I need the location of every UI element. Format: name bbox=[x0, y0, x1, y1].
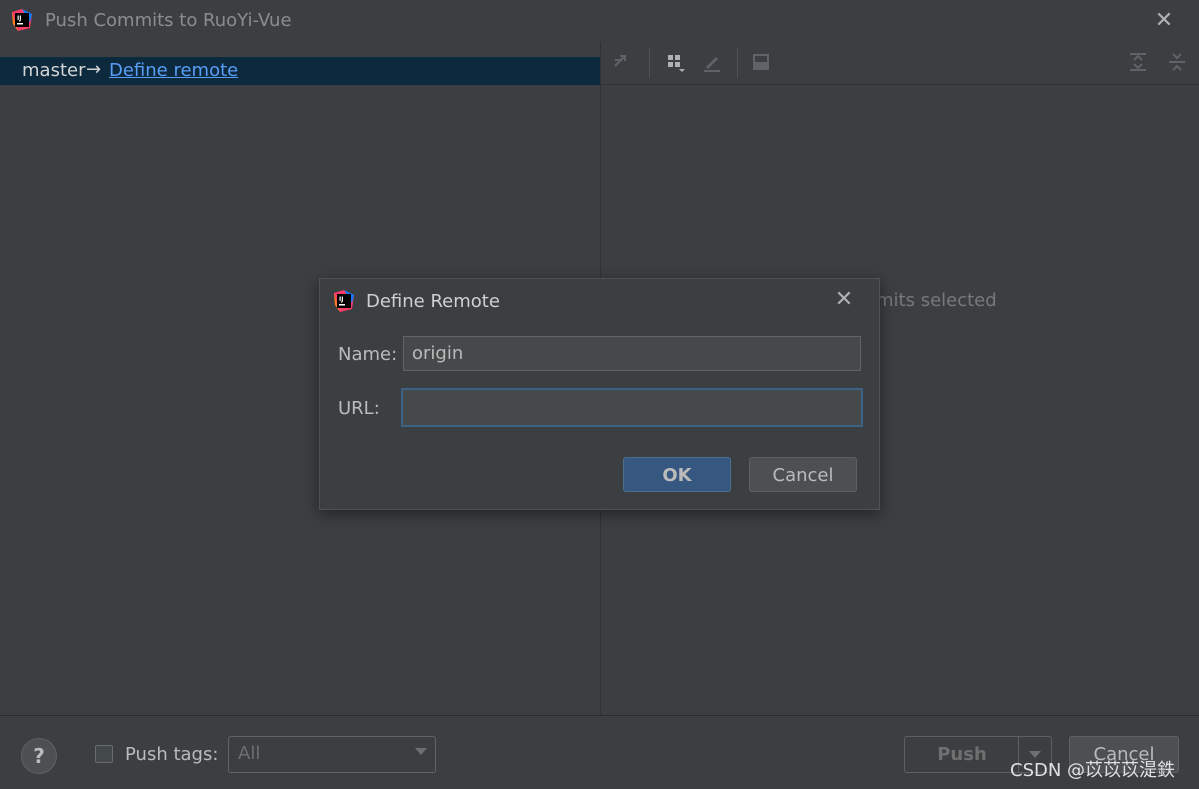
svg-text:IJ: IJ bbox=[17, 15, 21, 22]
collapse-all-icon[interactable] bbox=[1165, 50, 1189, 74]
close-icon[interactable]: ✕ bbox=[1152, 9, 1176, 33]
preview-icon[interactable] bbox=[749, 50, 773, 74]
edit-icon[interactable] bbox=[700, 50, 724, 74]
push-tags-select[interactable]: All bbox=[228, 736, 436, 773]
url-field[interactable] bbox=[401, 388, 863, 427]
dialog-cancel-button[interactable]: Cancel bbox=[749, 457, 857, 492]
arrow-icon: → bbox=[86, 59, 102, 80]
push-tags-checkbox[interactable] bbox=[95, 745, 113, 763]
window-title: Push Commits to RuoYi-Vue bbox=[45, 10, 292, 31]
define-remote-link[interactable]: Define remote bbox=[109, 60, 238, 81]
expand-all-icon[interactable] bbox=[1126, 50, 1150, 74]
empty-state-text: mits selected bbox=[876, 290, 997, 311]
url-label: URL: bbox=[338, 398, 380, 419]
window-titlebar: IJ Push Commits to RuoYi-Vue ✕ bbox=[0, 0, 1199, 42]
help-button[interactable]: ? bbox=[21, 738, 57, 774]
define-remote-dialog: IJ Define Remote ✕ Name: URL: OK Cancel bbox=[319, 278, 880, 510]
bottom-bar: ? Push tags: All Push Cancel CSDN @苡苡苡湜鉄 bbox=[0, 715, 1199, 789]
name-label: Name: bbox=[338, 344, 398, 365]
push-button[interactable]: Push bbox=[904, 736, 1020, 773]
branch-row[interactable]: master → Define remote bbox=[0, 57, 600, 85]
chevron-down-icon bbox=[415, 748, 427, 755]
branch-name: master bbox=[22, 60, 86, 81]
push-tags-label[interactable]: Push tags: bbox=[125, 744, 218, 765]
details-toolbar bbox=[601, 42, 1199, 85]
svg-text:IJ: IJ bbox=[339, 296, 343, 303]
close-icon[interactable]: ✕ bbox=[832, 288, 856, 312]
merge-icon[interactable] bbox=[611, 50, 635, 74]
intellij-logo-icon: IJ bbox=[334, 290, 354, 312]
name-field[interactable] bbox=[403, 336, 861, 371]
push-tags-select-value: All bbox=[238, 743, 261, 764]
ok-button[interactable]: OK bbox=[623, 457, 731, 492]
intellij-logo-icon: IJ bbox=[12, 9, 32, 31]
watermark: CSDN @苡苡苡湜鉄 bbox=[1010, 760, 1176, 781]
group-icon[interactable] bbox=[663, 50, 687, 74]
dialog-title: Define Remote bbox=[366, 291, 500, 312]
toolbar-separator bbox=[649, 48, 650, 78]
toolbar-separator bbox=[737, 48, 738, 78]
